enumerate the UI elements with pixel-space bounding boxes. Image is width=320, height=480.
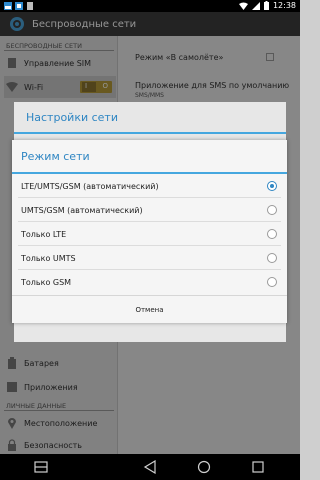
dialog-title-divider bbox=[14, 132, 286, 134]
option-label: LTE/UMTS/GSM (автоматический) bbox=[21, 181, 159, 191]
option-label: UMTS/GSM (автоматический) bbox=[21, 205, 143, 215]
network-mode-option-umts-gsm[interactable]: UMTS/GSM (автоматический) bbox=[12, 198, 287, 222]
notification-icon bbox=[15, 2, 23, 10]
network-mode-option-gsm-only[interactable]: Только GSM bbox=[12, 270, 287, 294]
dialog-title: Режим сети bbox=[21, 149, 90, 163]
radio-unselected-icon[interactable] bbox=[267, 205, 277, 215]
home-icon[interactable] bbox=[197, 460, 211, 474]
cancel-button[interactable]: Отмена bbox=[12, 296, 287, 323]
radio-unselected-icon[interactable] bbox=[267, 253, 277, 263]
clock: 12:38 bbox=[272, 1, 296, 10]
signal-icon bbox=[251, 1, 260, 10]
dialog-title: Настройки сети bbox=[26, 110, 118, 124]
radio-unselected-icon[interactable] bbox=[267, 277, 277, 287]
radio-unselected-icon[interactable] bbox=[267, 229, 277, 239]
network-mode-option-lte-umts-gsm[interactable]: LTE/UMTS/GSM (автоматический) bbox=[12, 174, 287, 198]
network-mode-option-umts-only[interactable]: Только UMTS bbox=[12, 246, 287, 270]
option-label: Только LTE bbox=[21, 229, 67, 239]
radio-selected-icon[interactable] bbox=[267, 181, 277, 191]
menu-icon[interactable] bbox=[34, 460, 48, 474]
recent-apps-icon[interactable] bbox=[251, 460, 265, 474]
option-label: Только GSM bbox=[21, 277, 72, 287]
battery-icon bbox=[263, 1, 269, 10]
navigation-bar bbox=[0, 454, 300, 480]
network-mode-dialog: Режим сети LTE/UMTS/GSM (автоматический)… bbox=[12, 140, 287, 323]
option-label: Только UMTS bbox=[21, 253, 76, 263]
image-icon bbox=[4, 2, 12, 10]
wifi-icon bbox=[238, 2, 248, 10]
status-bar: 12:38 bbox=[0, 0, 300, 12]
sim-icon bbox=[27, 2, 33, 10]
network-mode-option-lte-only[interactable]: Только LTE bbox=[12, 222, 287, 246]
back-icon[interactable] bbox=[143, 460, 157, 474]
